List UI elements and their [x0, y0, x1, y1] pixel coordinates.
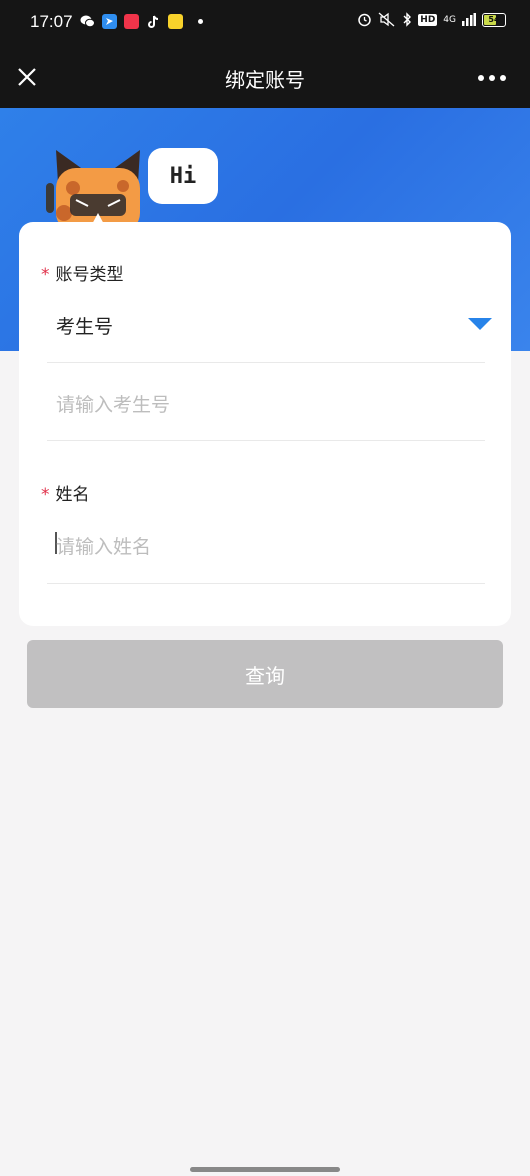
tiktok-icon	[146, 14, 161, 29]
alarm-icon	[358, 13, 372, 27]
account-number-input[interactable]: 请输入考生号	[56, 390, 170, 417]
mute-icon	[378, 12, 395, 27]
hi-bubble: Hi	[148, 148, 218, 204]
more-icon[interactable]	[478, 75, 506, 81]
divider	[47, 583, 485, 584]
dropdown-arrow-icon[interactable]	[468, 318, 492, 330]
name-input[interactable]: 请输入姓名	[56, 532, 151, 559]
battery-icon: 54	[482, 12, 506, 27]
name-label: * 姓名	[41, 485, 90, 505]
nav-bar: 绑定账号	[0, 46, 530, 108]
status-right: HD 4G 54	[357, 12, 506, 27]
query-button[interactable]: 查询	[27, 640, 503, 708]
home-indicator[interactable]	[190, 1167, 340, 1172]
bluetooth-icon	[403, 12, 412, 27]
status-bar: 17:07 HD 4G 54	[0, 0, 530, 46]
app-blue-icon	[102, 14, 117, 29]
divider	[47, 362, 485, 363]
required-mark: *	[41, 265, 50, 285]
form-card: * 账号类型 考生号 请输入考生号 * 姓名 请输入姓名	[19, 222, 511, 626]
red-app-icon	[124, 14, 139, 29]
divider	[47, 440, 485, 441]
required-mark: *	[41, 485, 50, 505]
signal-icon	[462, 13, 476, 26]
meituan-icon	[168, 14, 183, 29]
cat-mascot-icon	[46, 150, 140, 228]
account-type-select[interactable]: 考生号	[56, 312, 113, 339]
account-type-label: * 账号类型	[41, 265, 124, 285]
hd-badge: HD	[418, 13, 438, 26]
more-notifications-dot	[198, 19, 203, 24]
network-type: 4G	[443, 14, 456, 25]
status-time: 17:07	[30, 12, 73, 31]
notification-icons	[80, 14, 203, 29]
page-title: 绑定账号	[225, 68, 305, 92]
wechat-icon	[80, 14, 95, 29]
